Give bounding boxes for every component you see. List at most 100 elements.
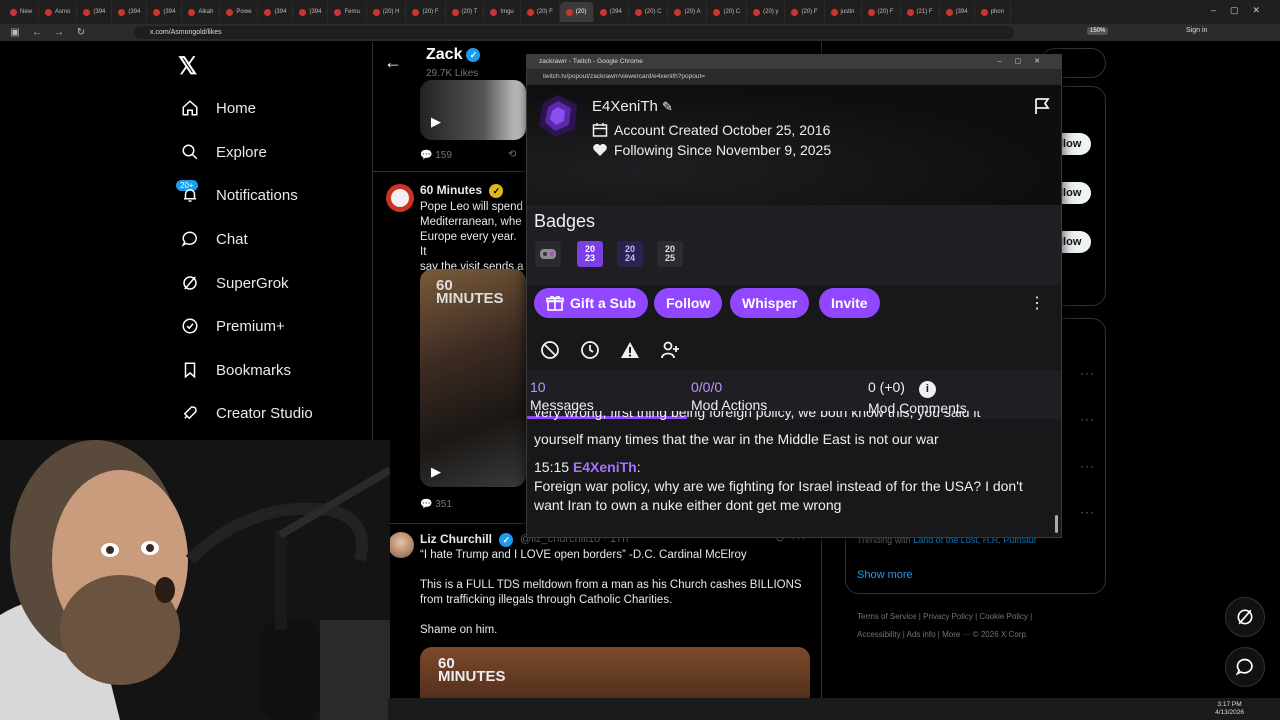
badge-2023-icon[interactable]: 20 23	[577, 241, 603, 267]
more-options-icon[interactable]: ⋮	[1029, 293, 1045, 313]
tab-messages[interactable]: 10 Messages	[530, 379, 594, 413]
more-icon[interactable]: ···	[1080, 366, 1095, 380]
browser-tab[interactable]: (20) H	[367, 2, 407, 22]
follow-label: Follow	[666, 295, 711, 311]
add-moderator-icon[interactable]	[660, 340, 680, 360]
play-icon[interactable]: ▶	[431, 464, 441, 480]
browser-tab[interactable]: (20) C	[707, 2, 748, 22]
tab-label: New	[20, 9, 33, 15]
browser-tab[interactable]: (394	[147, 2, 183, 22]
footer-links[interactable]: Accessibility | Ads info | More ··· © 20…	[857, 626, 1087, 644]
tab-favicon-icon	[372, 8, 380, 16]
user-avatar[interactable]	[535, 93, 581, 139]
browser-tab[interactable]: (394	[258, 2, 294, 22]
nav-explore[interactable]: Explore	[180, 142, 267, 162]
scrollbar-thumb[interactable]	[1055, 515, 1058, 533]
browser-tab[interactable]: (394	[293, 2, 329, 22]
chat-username[interactable]: E4XeniTh	[573, 459, 637, 475]
report-flag-icon[interactable]	[1033, 97, 1051, 115]
badge-icon[interactable]	[535, 241, 561, 267]
popup-url-bar[interactable]: twitch.tv/popout/zackrawrr/viewercard/e4…	[527, 69, 1061, 85]
zoom-indicator[interactable]: 150%	[1087, 27, 1109, 35]
more-icon[interactable]: ···	[1080, 412, 1095, 426]
ban-icon[interactable]	[540, 340, 560, 360]
popup-url: twitch.tv/popout/zackrawrr/viewercard/e4…	[543, 73, 706, 80]
browser-tab[interactable]: (20) y	[747, 2, 786, 22]
tab-favicon-icon	[299, 8, 307, 16]
nav-bookmarks[interactable]: Bookmarks	[180, 360, 291, 380]
address-bar[interactable]: x.com/Asmongold/likes	[134, 26, 1014, 39]
browser-tab[interactable]: (20) F	[785, 2, 825, 22]
browser-tab[interactable]: (20) F	[406, 2, 446, 22]
browser-tab[interactable]: Powe	[220, 2, 259, 22]
browser-tab[interactable]: (20) F	[521, 2, 560, 22]
nav-supergrok[interactable]: SuperGrok	[180, 273, 289, 293]
show-more-link[interactable]: Show more	[857, 569, 913, 581]
reload-icon[interactable]: ↻	[74, 27, 88, 38]
browser-tab[interactable]: New	[4, 2, 40, 22]
badge-2024-icon[interactable]: 20 24	[617, 241, 643, 267]
grok-fab-button[interactable]	[1225, 597, 1265, 637]
play-icon[interactable]: ▶	[431, 114, 441, 130]
browser-tab[interactable]: (21) F	[901, 2, 940, 22]
edit-pencil-icon[interactable]: ✎	[662, 99, 673, 114]
whisper-button[interactable]: Whisper	[730, 288, 810, 318]
browser-tab[interactable]: (20) F	[862, 2, 901, 22]
browser-tab[interactable]: (394	[77, 2, 113, 22]
nav-home[interactable]: Home	[180, 98, 256, 118]
browser-tab[interactable]: phon	[975, 2, 1011, 22]
gift-sub-button[interactable]: Gift a Sub	[534, 288, 649, 318]
back-icon[interactable]: ←	[30, 27, 44, 38]
avatar[interactable]	[386, 184, 414, 212]
window-controls[interactable]: –▢✕	[1211, 5, 1274, 16]
more-icon[interactable]: ···	[1080, 505, 1095, 519]
browser-tab[interactable]: (394	[112, 2, 148, 22]
chat-scrollbar[interactable]	[1055, 423, 1058, 533]
nav-notifications[interactable]: Notifications	[180, 185, 298, 205]
nav-premium[interactable]: Premium+	[180, 316, 285, 336]
browser-tab[interactable]: (20) T	[446, 2, 485, 22]
forward-icon[interactable]: →	[52, 27, 66, 38]
more-icon[interactable]: ···	[1080, 459, 1095, 473]
timeout-clock-icon[interactable]	[580, 340, 600, 360]
streamer-figure	[0, 440, 390, 720]
chat-fab-button[interactable]	[1225, 647, 1265, 687]
calendar-icon	[592, 123, 608, 137]
system-clock[interactable]: 3:17 PM 4/13/2026	[1215, 701, 1244, 717]
post-author[interactable]: Liz Churchill ✓	[420, 532, 514, 547]
browser-tab[interactable]: justin	[825, 2, 862, 22]
post-author[interactable]: 60 Minutes ✓	[420, 183, 504, 198]
info-icon[interactable]: i	[918, 381, 936, 398]
sign-in-button[interactable]: Sign in	[1186, 27, 1207, 34]
invite-button[interactable]: Invite	[819, 288, 880, 318]
nav-creator-studio[interactable]: Creator Studio	[180, 403, 313, 423]
browser-tab[interactable]: (394	[594, 2, 629, 22]
browser-tab[interactable]: Alkah	[182, 2, 221, 22]
repost-icon[interactable]: ⟲	[508, 149, 516, 160]
nav-chat[interactable]: Chat	[180, 229, 248, 249]
browser-tab[interactable]: Asmo	[39, 2, 78, 22]
video-thumbnail[interactable]	[420, 80, 526, 140]
badge-2025-icon[interactable]: 20 25	[657, 241, 683, 267]
reply-count[interactable]: 💬 159	[420, 150, 452, 161]
video-thumbnail[interactable]: 60 MINUTES	[420, 269, 526, 487]
browser-tab[interactable]: Imgu	[484, 2, 521, 22]
avatar[interactable]	[388, 532, 414, 558]
x-logo[interactable]: 𝕏	[178, 52, 197, 81]
chat-timestamp: 15:15	[534, 459, 570, 475]
sidebar-toggle-icon[interactable]: ▣	[8, 27, 22, 38]
popup-window-controls[interactable]: –▢✕	[998, 55, 1053, 69]
reply-count[interactable]: 💬 351	[420, 499, 452, 510]
browser-tab[interactable]: (394	[940, 2, 975, 22]
back-arrow-icon[interactable]: ←	[384, 52, 402, 73]
warning-icon[interactable]	[620, 340, 640, 360]
browser-tab[interactable]: Femu	[328, 2, 367, 22]
follow-button[interactable]: Follow	[654, 288, 723, 318]
browser-tab[interactable]: (20) C	[629, 2, 669, 22]
browser-tab[interactable]: (20) A	[668, 2, 708, 22]
bell-icon	[180, 185, 200, 205]
footer-links[interactable]: Terms of Service | Privacy Policy | Cook…	[857, 608, 1087, 626]
tab-mod-actions[interactable]: 0/0/0 Mod Actions	[691, 379, 767, 413]
tab-favicon-icon	[753, 8, 761, 16]
browser-tab[interactable]: (20)	[559, 2, 594, 22]
